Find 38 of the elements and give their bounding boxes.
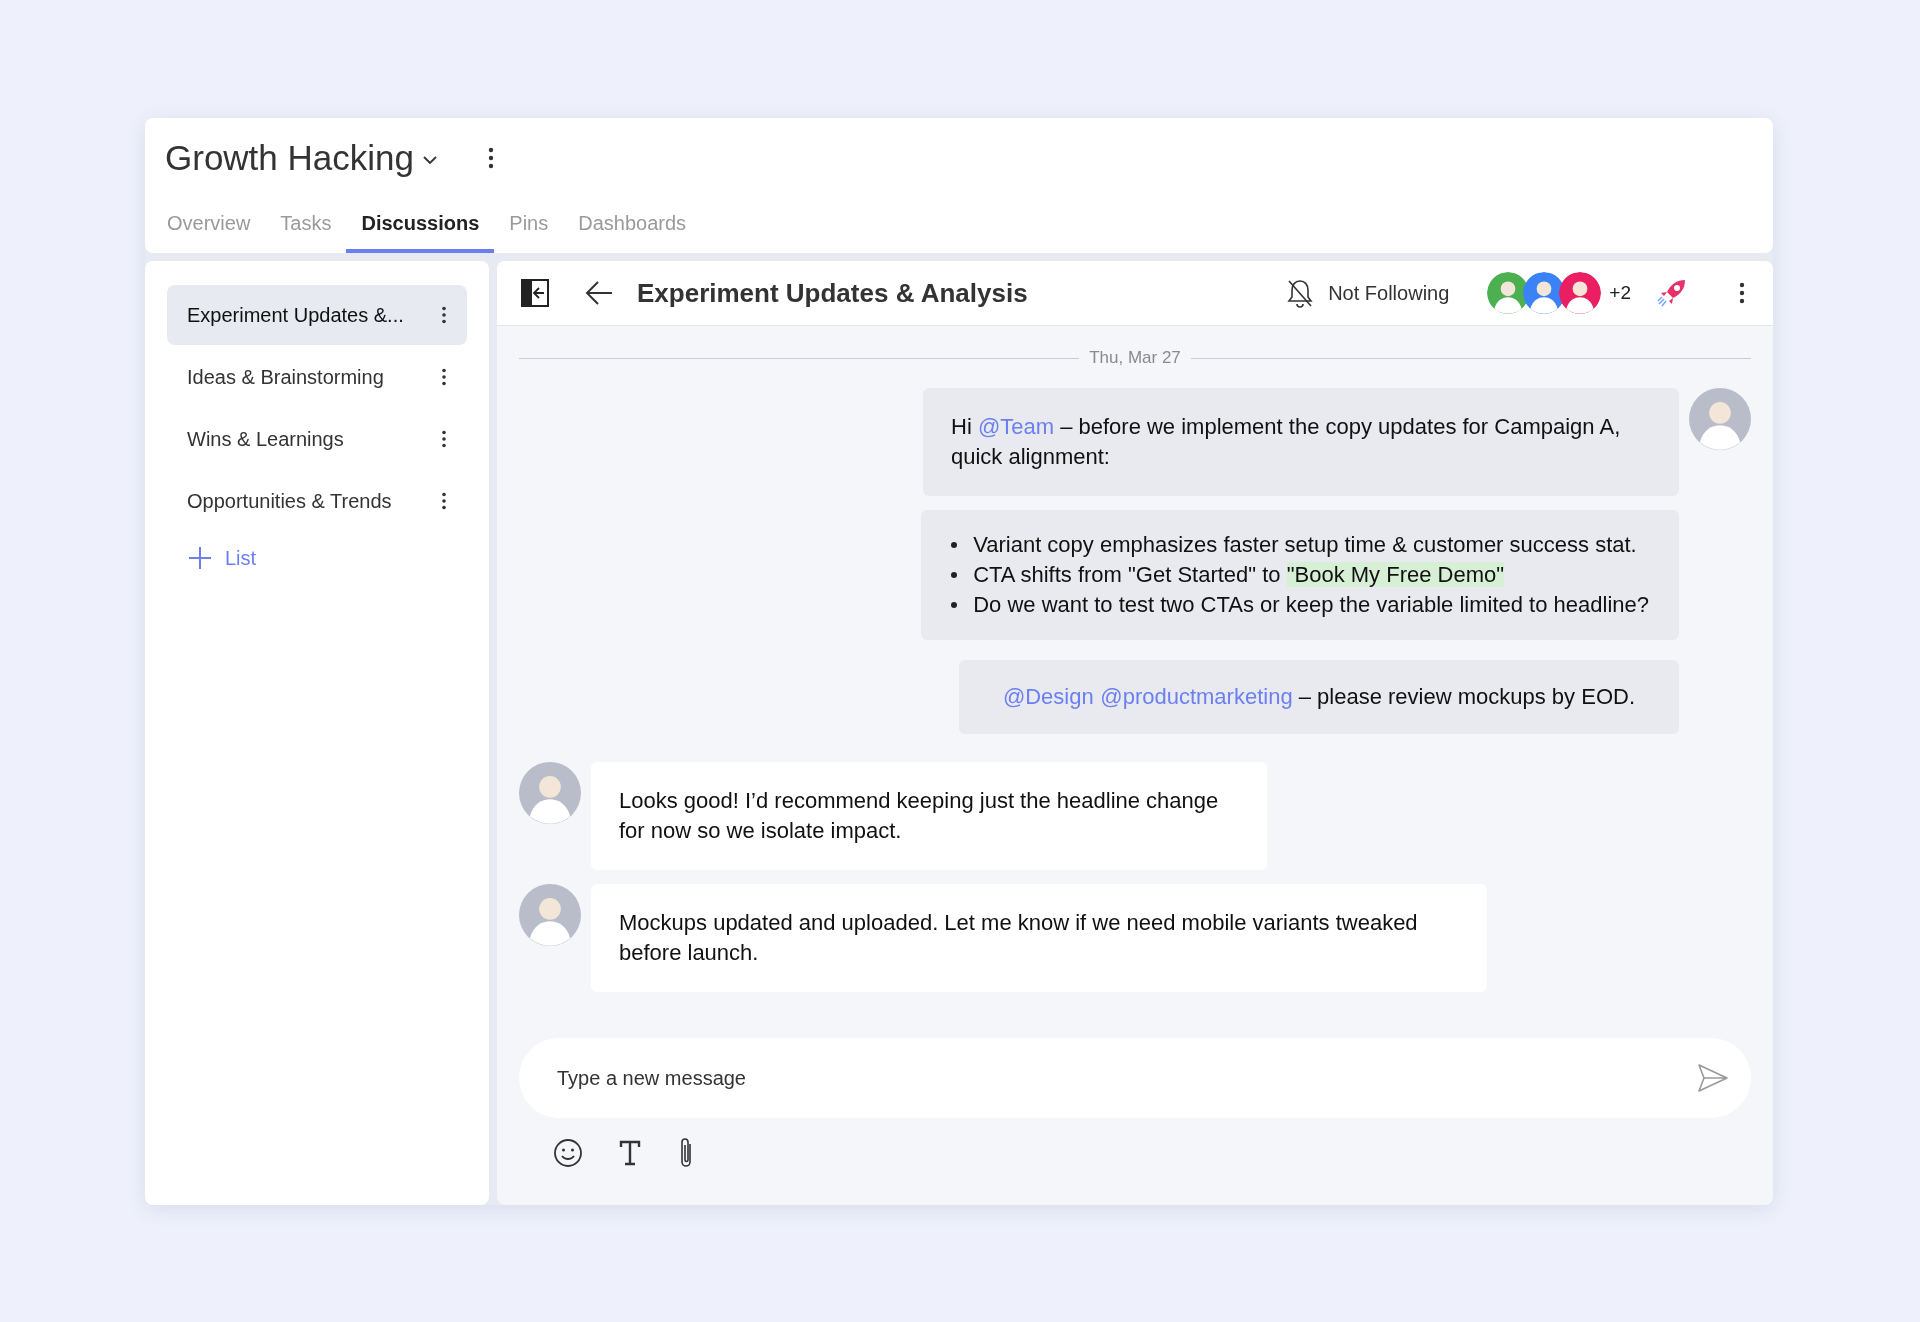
project-title-dropdown[interactable]: Growth Hacking [165,138,414,178]
message-input[interactable]: Type a new message [555,1065,1697,1091]
add-list-button[interactable]: List [167,537,277,579]
bullet-icon [951,542,958,548]
discussion-list-item[interactable]: Wins & Learnings [167,409,467,469]
bullet-icon [951,572,958,578]
message-field[interactable]: Type a new message [519,1038,1751,1118]
back-arrow-icon[interactable] [585,280,613,306]
more-options-icon[interactable] [441,492,447,510]
bell-off-icon [1286,278,1315,308]
more-options-icon[interactable] [441,430,447,448]
message-text: CTA shifts from "Get Started" to "Book My Free Demo" [973,561,1505,589]
more-options-icon[interactable] [441,368,447,386]
discussion-list-item[interactable]: Ideas & Brainstorming [167,347,467,407]
message-text: Mockups updated and uploaded. Let me know if we need mobile variants tweaked before launch. [619,909,1419,967]
discussion-title: Experiment Updates & Analysis [637,277,1029,309]
more-members-count[interactable]: +2 [1609,282,1631,304]
tab[interactable]: Discussions [346,206,495,253]
message-text: @Design @productmarketing – please review mockups by EOD. [1002,683,1635,711]
emoji-icon[interactable] [553,1138,583,1168]
date-divider: Thu, Mar 27 [1089,348,1181,368]
avatar-icon[interactable] [1559,272,1602,314]
text-format-icon[interactable] [619,1140,641,1166]
follow-toggle[interactable]: Not Following [1286,278,1450,308]
more-options-icon[interactable] [441,306,447,324]
message-text: Hi @Team – before we implement the copy updates for Campaign A, quick alignment: [951,413,1622,471]
more-options-icon[interactable] [1739,282,1745,304]
discussion-list-item[interactable]: Opportunities & Trends [167,471,467,531]
message-text: Do we want to test two CTAs or keep the variable limited to headline? [973,591,1649,619]
chevron-down-icon[interactable] [422,155,438,165]
message-text: Variant copy emphasizes faster setup time & customer success stat. [973,531,1637,559]
more-options-icon[interactable] [488,147,494,169]
plus-icon [187,545,213,571]
message-text: Looks good! I’d recommend keeping just the headline change for now so we isolate impact. [619,787,1220,845]
collapse-panel-icon[interactable] [521,279,549,307]
send-icon[interactable] [1697,1063,1729,1093]
discussion-list-item[interactable]: Experiment Updates &... [167,285,467,345]
bullet-icon [951,602,958,608]
